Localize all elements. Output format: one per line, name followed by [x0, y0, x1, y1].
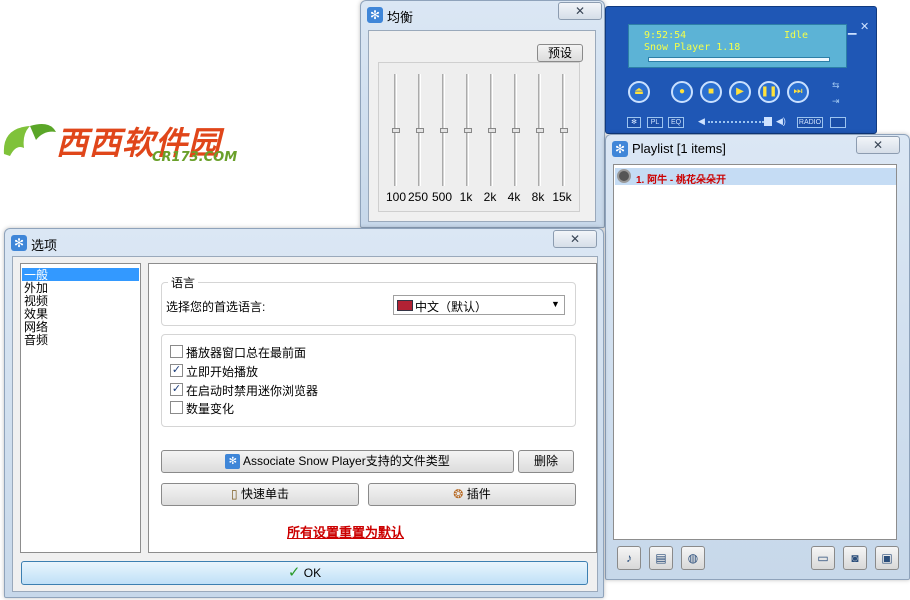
track-title-display: Snow Player 1.18	[644, 42, 741, 53]
snowflake-icon[interactable]: ✻	[627, 117, 641, 128]
plugins-label: 插件	[466, 487, 491, 501]
eq-band-label: 15k	[552, 190, 572, 204]
snowflake-icon: ✻	[367, 7, 383, 23]
scroll-icon: ▯	[231, 487, 238, 501]
mini-mode-button[interactable]	[830, 117, 846, 128]
seek-bar[interactable]	[648, 57, 830, 62]
eq-knob[interactable]	[536, 128, 544, 133]
add-folder-icon[interactable]: ▤	[649, 546, 673, 570]
reset-defaults-link[interactable]: 所有设置重置为默认	[287, 522, 404, 541]
record-button[interactable]: ●	[671, 81, 693, 103]
snowflake-icon: ✻	[612, 141, 628, 157]
time-display: 9:52:54	[644, 30, 687, 41]
disc-icon	[617, 169, 631, 183]
equalizer-title: 均衡	[387, 10, 414, 25]
checkbox-label: 播放器窗口总在最前面	[186, 346, 307, 360]
language-prompt: 选择您的首选语言:	[166, 300, 266, 314]
checkbox-always-on-top[interactable]	[170, 345, 183, 358]
playlist-item-label[interactable]: 1. 阿牛 - 桃花朵朵开	[636, 171, 726, 186]
eq-knob[interactable]	[488, 128, 496, 133]
check-icon: ✓	[287, 564, 301, 581]
options-close-button[interactable]: ✕	[553, 230, 597, 248]
repeat-icon[interactable]: ⇥	[832, 96, 840, 107]
playlist-close-button[interactable]: ✕	[856, 136, 900, 154]
radio-button[interactable]: RADIO	[797, 117, 823, 128]
minimize-icon[interactable]: ▁	[848, 22, 856, 35]
delete-button[interactable]: 删除	[518, 450, 574, 473]
play-button[interactable]: ▶	[729, 81, 751, 103]
checkbox-label: 数量变化	[186, 402, 235, 416]
speaker-loud-icon: ◀)	[776, 116, 786, 126]
quick-click-button[interactable]: ▯ 快速单击	[161, 483, 359, 506]
preset-button[interactable]: 预设	[537, 44, 583, 62]
eq-knob[interactable]	[416, 128, 424, 133]
flag-icon	[397, 300, 413, 311]
ok-label: OK	[303, 566, 322, 580]
equalizer-close-button[interactable]: ✕	[558, 2, 602, 20]
checkbox-label: 立即开始播放	[186, 365, 259, 379]
playlist-area	[613, 164, 897, 540]
eq-knob[interactable]	[392, 128, 400, 133]
plugins-button[interactable]: ❂ 插件	[368, 483, 576, 506]
close-icon[interactable]: ✕	[860, 20, 869, 33]
shuffle-icon[interactable]: ⇆	[832, 80, 840, 91]
language-value: 中文（默认）	[415, 300, 488, 314]
pl-button[interactable]: PL	[647, 117, 663, 128]
pause-button[interactable]: ❚❚	[758, 81, 780, 103]
status-display: Idle	[784, 30, 809, 41]
stop-button[interactable]: ■	[700, 81, 722, 103]
options-title: 选项	[31, 238, 58, 253]
snowflake-icon: ✻	[225, 454, 241, 470]
logo-subtitle: CR173.COM	[152, 150, 238, 165]
logo-leaf-icon	[3, 124, 56, 156]
new-playlist-icon[interactable]: ▭	[811, 546, 835, 570]
eject-button[interactable]: ⏏	[628, 81, 650, 103]
eq-knob[interactable]	[440, 128, 448, 133]
save-playlist-icon[interactable]: ▣	[875, 546, 899, 570]
add-file-icon[interactable]: ♪	[617, 546, 641, 570]
eq-knob[interactable]	[560, 128, 568, 133]
checkbox-disable-browser[interactable]: ✓	[170, 383, 183, 396]
eq-knob[interactable]	[512, 128, 520, 133]
category-audio[interactable]: 音频	[24, 334, 48, 347]
quick-click-label: 快速单击	[240, 487, 289, 501]
checkbox-volume-change[interactable]	[170, 401, 183, 414]
chevron-down-icon[interactable]: ▼	[551, 299, 560, 309]
volume-track[interactable]	[708, 121, 764, 123]
language-group-title: 语言	[168, 274, 199, 291]
plugin-icon: ❂	[453, 487, 464, 501]
speaker-icon: ◀	[698, 116, 705, 126]
eq-knob[interactable]	[464, 128, 472, 133]
next-button[interactable]: ⏭	[787, 81, 809, 103]
checkbox-start-playing[interactable]: ✓	[170, 364, 183, 377]
globe-icon[interactable]: ◍	[681, 546, 705, 570]
associate-button[interactable]: ✻ Associate Snow Player支持的文件类型	[161, 450, 514, 473]
playlist-title: Playlist [1 items]	[632, 141, 726, 156]
volume-knob[interactable]	[764, 117, 772, 126]
eq-button[interactable]: EQ	[668, 117, 684, 128]
snowflake-icon: ✻	[11, 235, 27, 251]
checkbox-label: 在启动时禁用迷你浏览器	[186, 384, 319, 398]
ok-button[interactable]: ✓ OK	[21, 561, 588, 585]
open-playlist-icon[interactable]: ◙	[843, 546, 867, 570]
associate-label: Associate Snow Player支持的文件类型	[242, 454, 450, 468]
